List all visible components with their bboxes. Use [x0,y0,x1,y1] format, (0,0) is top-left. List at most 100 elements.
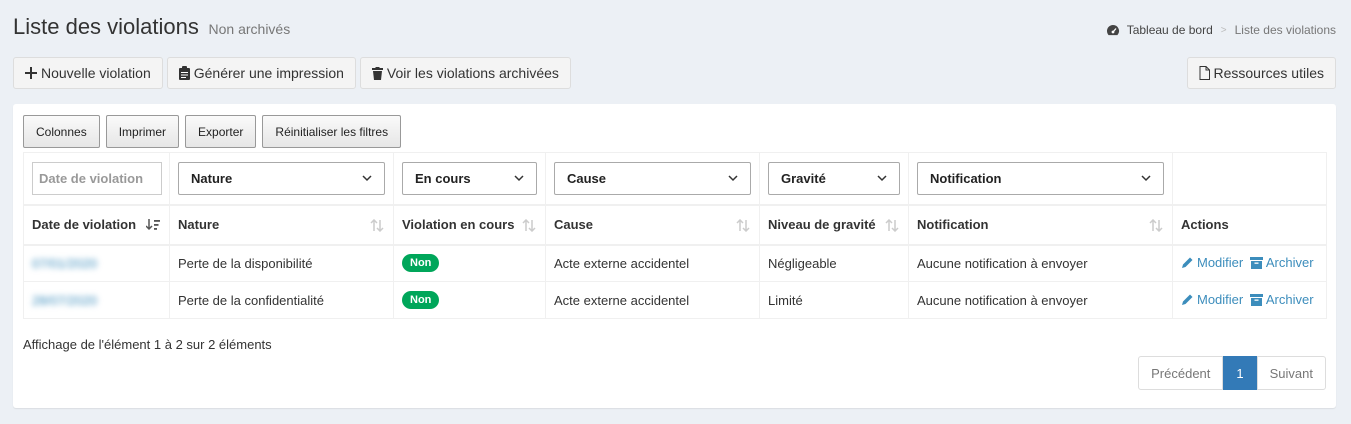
notification-filter-select[interactable]: Notification [917,161,1164,195]
page-header: Liste des violations Non archivés Tablea… [13,14,1336,44]
status-badge: Non [402,291,440,309]
edit-label: Modifier [1197,254,1244,270]
useful-resources-button[interactable]: Ressources utiles [1186,57,1336,89]
cell-date: 28/07/2020 [23,281,170,319]
violations-table: Date de violation Nature En cours Cause [23,152,1327,319]
column-header-gravite[interactable]: Niveau de gravité [759,204,909,246]
cell-nature: Perte de la disponibilité [169,244,394,282]
page-title: Liste des violations [13,14,199,39]
sort-icon [370,218,384,232]
new-violation-button[interactable]: Nouvelle violation [13,57,163,89]
chevron-down-icon [728,175,738,181]
cell-notification: Aucune notification à envoyer [908,281,1173,319]
pencil-icon [1182,294,1193,305]
filter-cell: Notification [908,152,1173,206]
archive-icon [1249,256,1263,269]
filter-row: Date de violation Nature En cours Cause [23,152,1327,206]
archive-link[interactable]: Archiver [1249,292,1314,307]
chevron-down-icon [514,175,524,181]
filter-cell-empty [1172,152,1327,206]
breadcrumb-dashboard-link[interactable]: Tableau de bord [1127,23,1213,37]
sort-icon [885,218,899,232]
edit-link[interactable]: Modifier [1181,255,1243,270]
en-cours-filter-value: En cours [415,170,471,186]
cause-filter-select[interactable]: Cause [554,161,751,195]
violation-date-link[interactable]: 28/07/2020 [32,293,97,308]
archive-icon [1249,293,1263,306]
page-subtitle: Non archivés [208,21,291,37]
cell-en-cours: Non [393,244,546,282]
column-header-date[interactable]: Date de violation [23,204,170,246]
generate-print-label: Générer une impression [193,65,344,81]
column-header-en-cours[interactable]: Violation en cours [393,204,546,246]
reset-filters-button[interactable]: Réinitialiser les filtres [262,115,402,148]
dashboard-icon [1106,24,1119,35]
clipboard-icon [178,66,190,80]
column-header-label: Date de violation [32,217,137,232]
table-buttons: Colonnes Imprimer Exporter Réinitialiser… [23,115,402,148]
cell-date: 07/01/2020 [23,244,170,282]
filter-cell: Nature [169,152,394,206]
column-header-label: Actions [1181,217,1229,232]
notification-filter-value: Notification [930,170,1002,186]
sort-icon [1149,218,1163,232]
view-archived-label: Voir les violations archivées [386,65,559,81]
export-button[interactable]: Exporter [185,115,257,148]
chevron-down-icon [1141,175,1151,181]
table-info: Affichage de l'élément 1 à 2 sur 2 éléme… [23,337,272,352]
sort-icon [522,218,536,232]
column-header-label: Niveau de gravité [768,217,876,232]
gravite-filter-select[interactable]: Gravité [768,161,900,195]
cell-actions: Modifier Archiver [1172,281,1327,319]
pencil-icon [1182,257,1193,268]
plus-icon [25,67,37,79]
table-row: 28/07/2020 Perte de la confidentialité N… [23,281,1327,319]
status-badge: Non [402,254,440,273]
column-header-actions: Actions [1172,204,1327,246]
cell-gravite: Négligeable [759,244,909,282]
filter-cell: Date de violation [23,152,170,206]
column-header-nature[interactable]: Nature [169,204,394,246]
en-cours-filter-select[interactable]: En cours [402,161,537,195]
sort-desc-icon [146,218,160,230]
archive-link[interactable]: Archiver [1249,255,1314,271]
filter-cell: Gravité [759,152,909,206]
nature-filter-select[interactable]: Nature [178,161,385,195]
view-archived-button[interactable]: Voir les violations archivées [359,57,571,89]
cell-notification: Aucune notification à envoyer [908,244,1173,282]
columns-button[interactable]: Colonnes [23,115,100,148]
print-button[interactable]: Imprimer [105,115,180,148]
violations-box: Colonnes Imprimer Exporter Réinitialiser… [13,104,1336,408]
violation-date-link[interactable]: 07/01/2020 [32,256,97,271]
next-page-button[interactable]: Suivant [1256,356,1326,390]
column-header-notification[interactable]: Notification [908,204,1173,246]
cell-gravite: Limité [759,281,909,319]
chevron-down-icon [362,175,372,181]
archive-label: Archiver [1265,255,1314,271]
cell-cause: Acte externe accidentel [545,281,760,319]
breadcrumb: Tableau de bord > Liste des violations [1106,23,1336,37]
sort-icon [736,218,750,232]
column-header-label: Notification [917,217,989,232]
cell-actions: Modifier Archiver [1172,244,1327,282]
new-violation-label: Nouvelle violation [41,65,151,81]
page-1-button[interactable]: 1 [1223,356,1257,390]
date-filter-input[interactable]: Date de violation [32,161,162,195]
generate-print-button[interactable]: Générer une impression [166,57,356,89]
breadcrumb-separator: > [1220,24,1227,36]
column-header-label: Cause [554,217,594,232]
column-header-label: Nature [178,217,220,232]
edit-link[interactable]: Modifier [1181,292,1243,307]
cause-filter-value: Cause [567,170,607,186]
column-header-cause[interactable]: Cause [545,204,760,246]
previous-page-button[interactable]: Précédent [1138,356,1224,390]
gravite-filter-value: Gravité [781,170,826,186]
cell-nature: Perte de la confidentialité [169,281,394,319]
trash-icon [371,66,383,80]
breadcrumb-current: Liste des violations [1234,23,1336,37]
action-toolbar: Nouvelle violation Générer une impressio… [13,57,571,89]
table-row: 07/01/2020 Perte de la disponibilité Non… [23,244,1327,282]
archive-label: Archiver [1265,292,1314,307]
pagination: Précédent 1 Suivant [1138,356,1326,390]
filter-cell: En cours [393,152,546,206]
